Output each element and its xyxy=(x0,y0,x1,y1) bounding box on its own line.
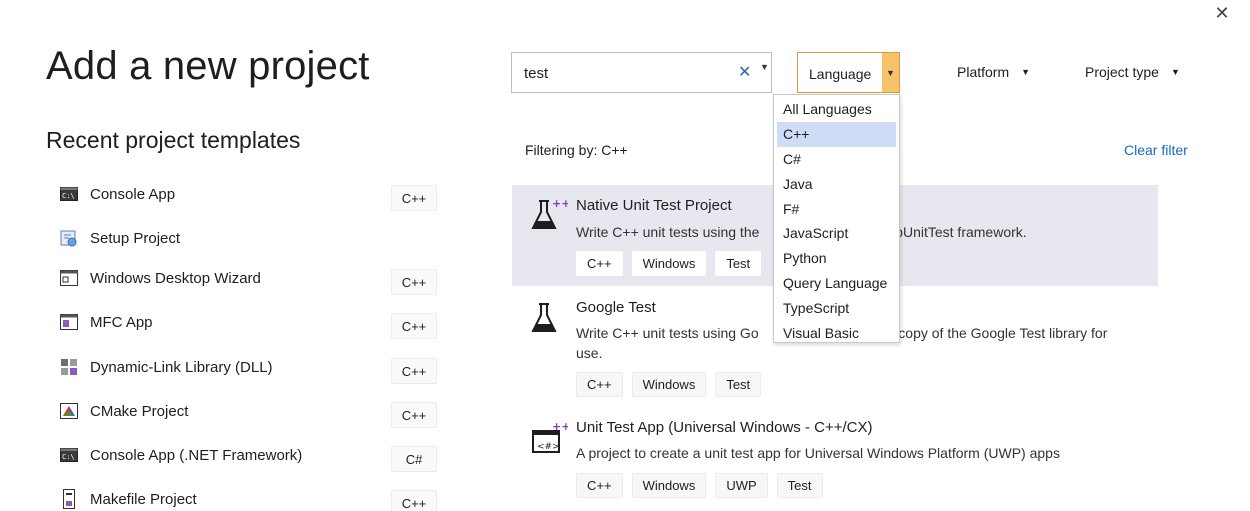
language-badge: C++ xyxy=(391,269,437,295)
template-unit-test-app-uwp[interactable]: <#> ++ Unit Test App (Universal Windows -… xyxy=(512,408,1158,508)
page-title: Add a new project xyxy=(46,44,370,88)
chevron-down-icon: ▼ xyxy=(1021,67,1031,77)
unit-test-app-icon: <#> ++ xyxy=(528,418,570,458)
recent-item-makefile-project[interactable]: Makefile Project C++ xyxy=(58,479,443,511)
language-badge: C# xyxy=(391,446,437,472)
platform-filter-label: Platform xyxy=(957,64,1010,80)
flask-icon: ++ xyxy=(528,195,570,235)
dll-icon xyxy=(58,356,80,378)
svg-text:C:\: C:\ xyxy=(62,192,75,200)
tag: Test xyxy=(776,473,823,498)
language-option-visual-basic[interactable]: Visual Basic xyxy=(777,320,896,345)
recent-item-label: Console App (.NET Framework) xyxy=(90,446,303,464)
language-option-python[interactable]: Python xyxy=(777,246,896,271)
platform-filter-dropdown[interactable]: Platform ▼ xyxy=(957,64,1030,80)
language-filter-dropdown[interactable]: Language ▼ xyxy=(797,52,900,93)
language-badge: C++ xyxy=(391,313,437,339)
recent-item-label: Makefile Project xyxy=(90,490,197,508)
windows-desktop-icon xyxy=(58,267,80,289)
recent-item-label: Dynamic-Link Library (DLL) xyxy=(90,358,273,376)
project-type-filter-label: Project type xyxy=(1085,64,1159,80)
language-filter-label: Language xyxy=(809,66,872,82)
recent-item-label: MFC App xyxy=(90,313,153,331)
tag: UWP xyxy=(715,473,768,498)
tag: Windows xyxy=(631,372,707,397)
recent-item-console-app-net-framework[interactable]: C:\ Console App (.NET Framework) C# xyxy=(58,435,443,475)
tag: Windows xyxy=(631,251,707,276)
template-title: Google Test xyxy=(576,299,656,316)
language-badge: C++ xyxy=(391,402,437,428)
search-box[interactable]: ✕ ▼ xyxy=(511,52,772,93)
setup-project-icon xyxy=(58,227,80,249)
mfc-app-icon xyxy=(58,311,80,333)
tag: C++ xyxy=(576,251,623,276)
tag: Test xyxy=(715,251,762,276)
recent-templates-heading: Recent project templates xyxy=(46,127,301,153)
language-dropdown-menu: All Languages C++ C# Java F# JavaScript … xyxy=(773,94,900,343)
console-icon: C:\ xyxy=(58,444,80,466)
search-input[interactable] xyxy=(524,63,724,83)
tag: Test xyxy=(715,372,762,397)
template-description: A project to create a unit test app for … xyxy=(576,445,1060,461)
language-badge: C++ xyxy=(391,490,437,511)
recent-item-label: Console App xyxy=(90,185,176,203)
recent-item-mfc-app[interactable]: MFC App C++ xyxy=(58,302,443,342)
recent-item-windows-desktop-wizard[interactable]: Windows Desktop Wizard C++ xyxy=(58,258,443,298)
svg-text:<#>: <#> xyxy=(537,442,560,452)
language-option-csharp[interactable]: C# xyxy=(777,147,896,172)
svg-text:C:\: C:\ xyxy=(62,453,75,461)
tag: C++ xyxy=(576,473,623,498)
template-title: Unit Test App (Universal Windows - C++/C… xyxy=(576,419,873,436)
language-option-cpp[interactable]: C++ xyxy=(777,121,896,147)
template-tags: C++ Windows UWP Test xyxy=(576,473,823,498)
recent-item-console-app[interactable]: C:\ Console App C++ xyxy=(58,174,443,214)
close-button[interactable]: ✕ xyxy=(1208,0,1236,26)
language-badge: C++ xyxy=(391,358,437,384)
tag: C++ xyxy=(576,372,623,397)
makefile-icon xyxy=(58,488,80,510)
cmake-icon xyxy=(58,400,80,422)
template-tags: C++ Windows Test xyxy=(576,251,762,276)
filtering-by-label: Filtering by: C++ xyxy=(525,142,628,158)
svg-text:++: ++ xyxy=(552,197,568,210)
tag: Windows xyxy=(631,473,707,498)
language-option-query-language[interactable]: Query Language xyxy=(777,271,896,296)
recent-item-label: Windows Desktop Wizard xyxy=(90,269,261,287)
language-option-all[interactable]: All Languages xyxy=(777,97,896,122)
recent-item-label: Setup Project xyxy=(90,229,181,247)
recent-item-cmake-project[interactable]: CMake Project C++ xyxy=(58,391,443,431)
language-badge: C++ xyxy=(391,185,437,211)
svg-text:++: ++ xyxy=(552,420,568,433)
chevron-down-icon: ▼ xyxy=(1170,67,1180,77)
clear-filter-link[interactable]: Clear filter xyxy=(1124,142,1188,158)
chevron-down-icon[interactable]: ▼ xyxy=(760,62,769,72)
language-option-java[interactable]: Java xyxy=(777,171,896,196)
template-title: Native Unit Test Project xyxy=(576,197,732,214)
console-icon: C:\ xyxy=(58,183,80,205)
flask-icon xyxy=(528,298,568,338)
language-option-fsharp[interactable]: F# xyxy=(777,196,896,221)
close-icon: ✕ xyxy=(1214,2,1230,23)
language-option-javascript[interactable]: JavaScript xyxy=(777,221,896,246)
language-option-typescript[interactable]: TypeScript xyxy=(777,295,896,320)
template-tags: C++ Windows Test xyxy=(576,372,762,397)
recent-item-dll[interactable]: Dynamic-Link Library (DLL) C++ xyxy=(58,347,443,387)
project-type-filter-dropdown[interactable]: Project type ▼ xyxy=(1085,64,1180,80)
close-icon[interactable]: ✕ xyxy=(738,62,751,82)
recent-item-setup-project[interactable]: Setup Project xyxy=(58,218,443,258)
chevron-down-icon[interactable]: ▼ xyxy=(882,53,899,92)
recent-item-label: CMake Project xyxy=(90,402,189,420)
